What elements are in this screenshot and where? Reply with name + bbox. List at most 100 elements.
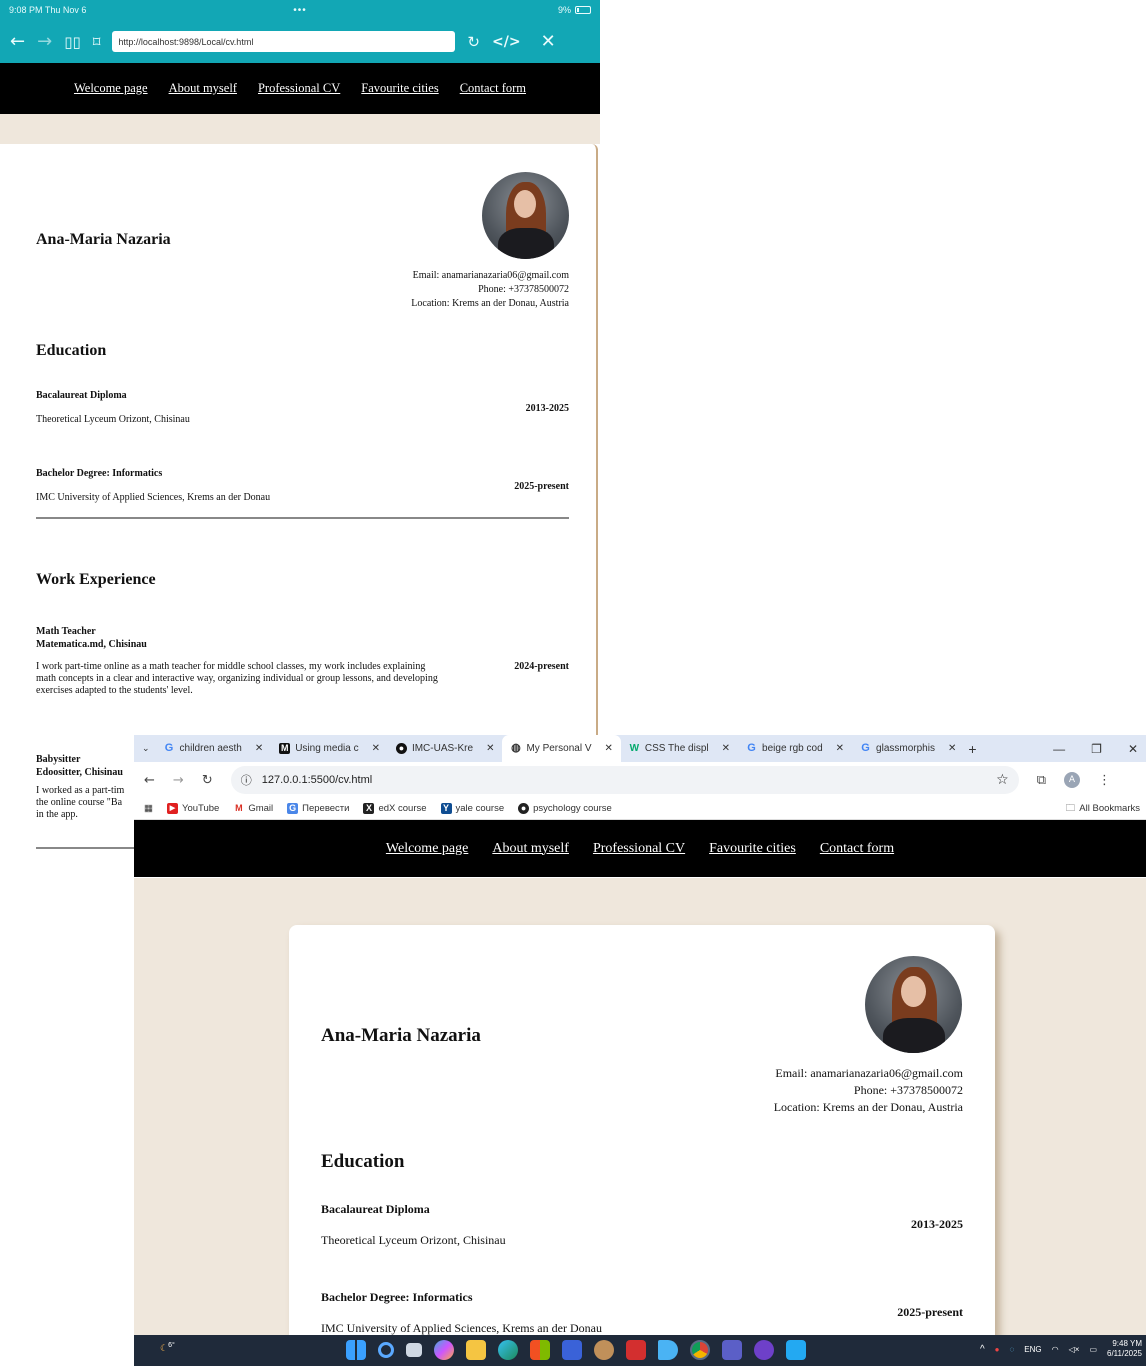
github-desktop-icon[interactable] (754, 1340, 774, 1360)
browser-tab[interactable]: G glassmorphis ✕ (852, 735, 964, 762)
close-icon[interactable]: ✕ (541, 31, 556, 52)
start-button[interactable] (346, 1340, 366, 1360)
tray-app-icon[interactable]: ◌ (1010, 1345, 1015, 1354)
tab-search-icon[interactable]: ⌄ (142, 743, 150, 754)
app-icon[interactable] (658, 1340, 678, 1360)
browser-tab-active[interactable]: ◍ My Personal V ✕ (502, 735, 621, 762)
education-place: IMC University of Applied Sciences, Krem… (36, 492, 271, 503)
nav-cv[interactable]: Professional CV (258, 81, 340, 96)
window-close-icon[interactable]: ✕ (1128, 742, 1138, 756)
reload-icon[interactable]: ↻ (467, 33, 480, 51)
contact-location: Location: Krems an der Donau, Austria (411, 298, 569, 309)
nav-contact[interactable]: Contact form (460, 81, 526, 96)
youtube-icon: ▶ (166, 803, 178, 814)
chevron-up-icon[interactable]: ^ (980, 1344, 985, 1355)
bookmark-edx[interactable]: XedX course (363, 803, 427, 814)
info-icon[interactable]: ⓘ (241, 772, 252, 788)
bookmark-yale[interactable]: Yyale course (440, 803, 504, 814)
url-text[interactable]: 127.0.0.1:5500/cv.html (262, 774, 372, 786)
file-explorer-icon[interactable] (466, 1340, 486, 1360)
page-background: Ana-Maria Nazaria Email: anamarianazaria… (134, 878, 1146, 1335)
forward-arrow-icon[interactable]: → (173, 773, 184, 788)
all-bookmarks[interactable]: 🗀 All Bookmarks (1066, 801, 1146, 817)
teams-icon[interactable] (722, 1340, 742, 1360)
edx-icon: X (363, 803, 375, 814)
bookmark-youtube[interactable]: ▶ YouTube (166, 803, 220, 814)
browser-tab[interactable]: M Using media c ✕ (271, 735, 388, 762)
apps-grid-icon[interactable]: ▦ (144, 803, 153, 814)
nav-about[interactable]: About myself (169, 81, 237, 96)
close-tab-icon[interactable]: ✕ (486, 743, 494, 754)
antivirus-icon[interactable] (626, 1340, 646, 1360)
book-icon[interactable]: ▯▯ (64, 33, 81, 51)
close-tab-icon[interactable]: ✕ (722, 743, 730, 754)
nav-cv[interactable]: Professional CV (593, 841, 685, 857)
nav-cities[interactable]: Favourite cities (709, 841, 796, 857)
browser-tab[interactable]: G beige rgb cod ✕ (738, 735, 852, 762)
nav-welcome[interactable]: Welcome page (74, 81, 148, 96)
vscode-icon[interactable] (786, 1340, 806, 1360)
language-indicator[interactable]: ENG (1024, 1345, 1041, 1354)
bookmark-translate[interactable]: G Перевести (287, 803, 349, 814)
tablet-dots: ••• (293, 4, 307, 16)
code-icon[interactable]: </> (492, 34, 521, 50)
weather-temp: 6° (168, 1342, 175, 1349)
back-arrow-icon[interactable]: ← (10, 31, 25, 52)
close-tab-icon[interactable]: ✕ (605, 743, 613, 754)
bookmark-gmail[interactable]: M Gmail (233, 803, 273, 814)
volume-icon[interactable]: ◁× (1069, 1345, 1080, 1354)
tablet-screenshot: 9:08 PM Thu Nov 6 ••• 9% ← → ▯▯ ⌑ http:/… (0, 0, 600, 862)
education-date: 2013-2025 (911, 1217, 963, 1231)
close-tab-icon[interactable]: ✕ (372, 743, 380, 754)
browser-tab[interactable]: G children aesth ✕ (156, 735, 272, 762)
close-tab-icon[interactable]: ✕ (836, 743, 844, 754)
store-icon[interactable] (530, 1340, 550, 1360)
tablet-browser-toolbar: ← → ▯▯ ⌑ http://localhost:9898/Local/cv.… (0, 20, 600, 63)
reload-icon[interactable]: ↻ (202, 773, 213, 788)
app-icon[interactable] (594, 1340, 614, 1360)
taskbar-clock[interactable]: 9:48 YM 6/11/2025 (1107, 1339, 1142, 1359)
bookmark-label: YouTube (181, 803, 220, 814)
profile-avatar[interactable]: A (1064, 772, 1081, 788)
search-icon[interactable] (378, 1342, 394, 1358)
battery-icon[interactable]: ▭ (1089, 1345, 1097, 1354)
copilot-icon[interactable] (434, 1340, 454, 1360)
back-arrow-icon[interactable]: ← (144, 773, 155, 788)
education-title: Bacalaureat Diploma (321, 1202, 430, 1216)
forward-arrow-icon[interactable]: → (37, 31, 52, 52)
nav-about[interactable]: About myself (492, 841, 569, 857)
nav-cities[interactable]: Favourite cities (361, 81, 438, 96)
tablet-url-field[interactable]: http://localhost:9898/Local/cv.html (112, 31, 456, 52)
tablet-page-background (0, 114, 600, 144)
system-tray: ^ ● ◌ ENG ◠ ◁× ▭ 9:48 YM 6/11/2025 (980, 1339, 1142, 1359)
contact-phone: Phone: +37378500072 (478, 284, 569, 295)
minimize-icon[interactable]: — (1053, 742, 1065, 756)
restore-icon[interactable]: ❐ (1091, 742, 1102, 756)
app-icon[interactable] (562, 1340, 582, 1360)
weather-widget[interactable]: ☾6° (160, 1342, 175, 1354)
task-view-icon[interactable] (406, 1343, 422, 1357)
education-title: Bachelor Degree: Informatics (321, 1290, 473, 1304)
edge-icon[interactable] (498, 1340, 518, 1360)
gmail-icon: M (235, 803, 243, 813)
bookmark-psychology[interactable]: ● psychology course (518, 803, 612, 814)
extensions-icon[interactable]: ⧉ (1037, 773, 1046, 788)
bookmark-icon[interactable]: ⌑ (93, 33, 101, 51)
menu-icon[interactable]: ⋮ (1098, 773, 1111, 788)
chrome-icon[interactable] (690, 1340, 710, 1360)
omnibox[interactable]: ⓘ 127.0.0.1:5500/cv.html ☆ (230, 766, 1019, 794)
new-tab-button[interactable]: + (968, 741, 976, 757)
star-icon[interactable]: ☆ (996, 772, 1009, 788)
close-tab-icon[interactable]: ✕ (255, 743, 263, 754)
cv-name: Ana-Maria Nazaria (36, 231, 171, 248)
nav-contact[interactable]: Contact form (820, 841, 894, 857)
close-tab-icon[interactable]: ✕ (948, 743, 956, 754)
yale-icon: Y (440, 803, 452, 814)
work-date: 2024-present (514, 661, 569, 672)
nav-welcome[interactable]: Welcome page (386, 841, 468, 857)
desktop-screenshot: ⌄ G children aesth ✕ M Using media c ✕ ● I… (134, 735, 1146, 1366)
tray-app-icon[interactable]: ● (995, 1345, 1000, 1354)
browser-tab[interactable]: ● IMC-UAS-Kre ✕ (388, 735, 503, 762)
browser-tab[interactable]: W CSS The displ ✕ (621, 735, 738, 762)
wifi-icon[interactable]: ◠ (1052, 1345, 1059, 1354)
